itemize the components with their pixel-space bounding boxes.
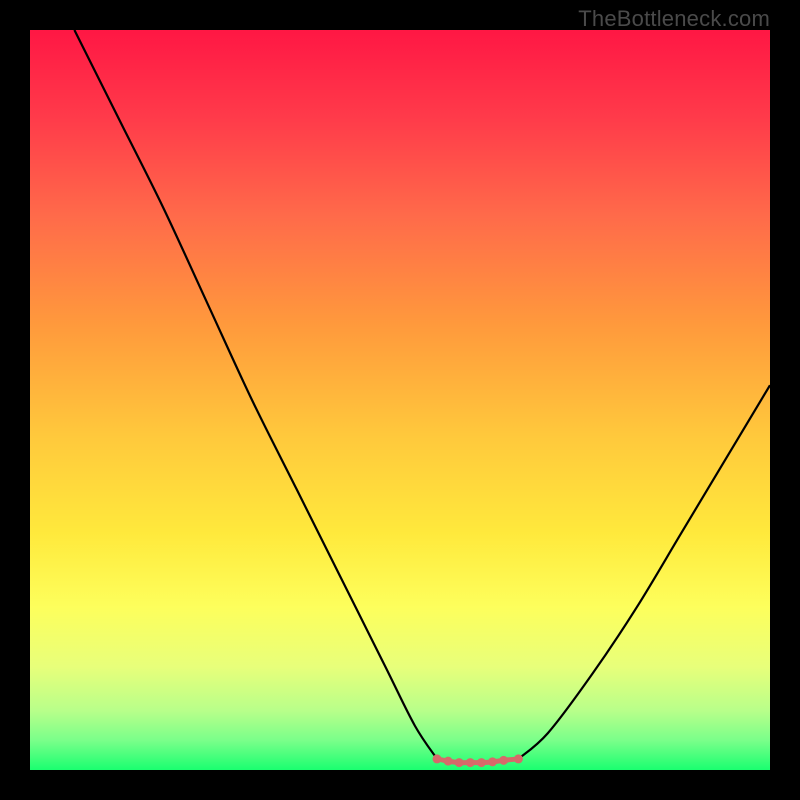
curves-layer xyxy=(30,30,770,770)
valley-marker-dot xyxy=(433,754,442,763)
valley-marker-dot xyxy=(488,757,497,766)
left-curve xyxy=(74,30,437,759)
chart-container: TheBottleneck.com xyxy=(0,0,800,800)
valley-marker-dot xyxy=(455,758,464,767)
right-curve xyxy=(518,385,770,759)
valley-marker-dot xyxy=(477,758,486,767)
valley-marker-dot xyxy=(444,757,453,766)
valley-marker-dot xyxy=(466,758,475,767)
valley-marker-dot xyxy=(499,756,508,765)
watermark-text: TheBottleneck.com xyxy=(578,6,770,32)
plot-area xyxy=(30,30,770,770)
valley-marker-dot xyxy=(514,754,523,763)
